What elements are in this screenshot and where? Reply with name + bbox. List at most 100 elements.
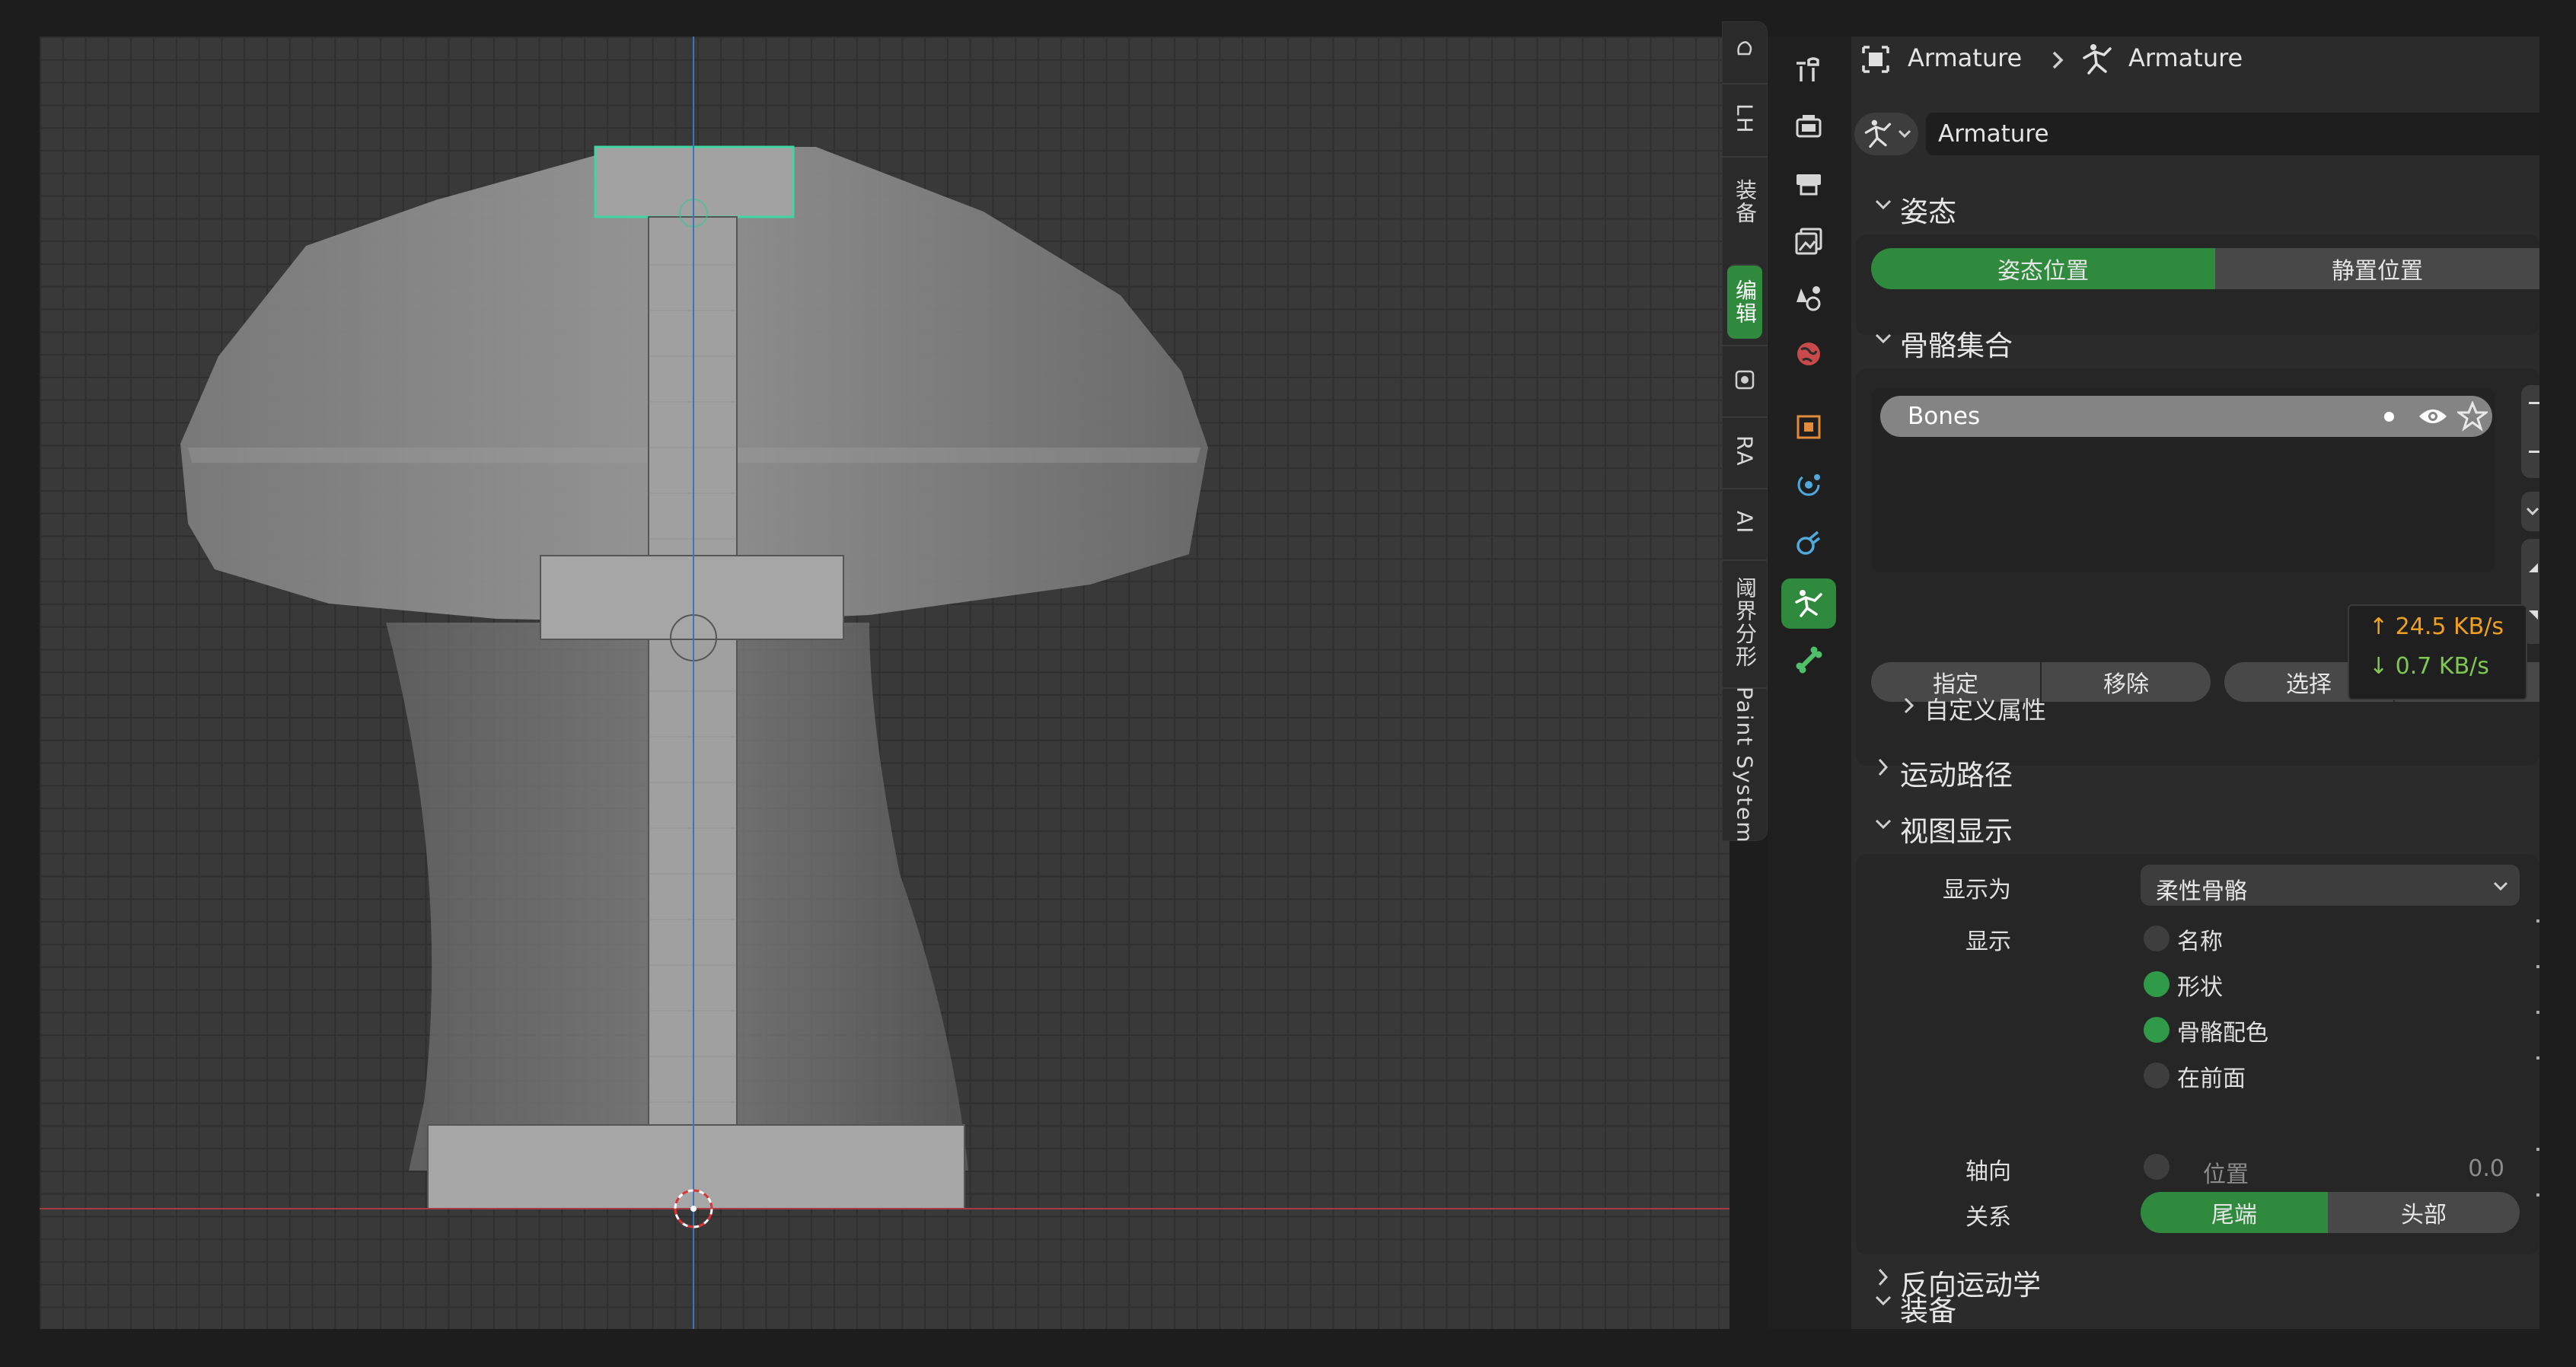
world-icon[interactable]	[1781, 329, 1836, 379]
list-item[interactable]: Bones	[1880, 396, 2492, 437]
position-label: 位置	[2203, 1161, 2249, 1188]
tab-label: 阈界分形	[1733, 577, 1758, 668]
axes-label: 轴向	[1965, 1158, 2011, 1185]
armature-data-icon[interactable]	[1781, 578, 1836, 629]
section-title: 姿态	[1900, 196, 1956, 228]
constraint-icon[interactable]	[1781, 518, 1836, 568]
render-icon[interactable]	[1781, 100, 1836, 151]
datablock-row: Armature	[1851, 110, 2539, 174]
axes-position-field[interactable]: 位置 0.0	[2186, 1148, 2520, 1189]
tab-label: LH	[1732, 103, 1758, 135]
option-label: 骨骼配色	[2177, 1020, 2268, 1047]
list-specials-button[interactable]	[2521, 492, 2539, 531]
tab-lh[interactable]: LH	[1723, 83, 1767, 153]
tab-threshold-fractal[interactable]: 阈界分形	[1723, 559, 1767, 684]
button-label: 静置位置	[2332, 258, 2423, 285]
button-label: 尾端	[2211, 1202, 2257, 1228]
solo-dot-icon[interactable]	[2384, 412, 2394, 422]
button-label: 选择	[2286, 671, 2332, 698]
button-label: 姿态位置	[1997, 258, 2089, 285]
section-title: 视图显示	[1900, 815, 2013, 848]
relation-label: 关系	[1965, 1204, 2011, 1231]
list-add-remove-buttons[interactable]	[2521, 385, 2539, 478]
scene-icon[interactable]	[1781, 272, 1836, 323]
chevron-down-icon	[1875, 333, 1892, 344]
button-label: 头部	[2401, 1202, 2447, 1228]
option-label: 在前面	[2177, 1066, 2246, 1092]
blender-window: LH 装备 编辑 RA AI 阈界分形 Paint System Armatur…	[0, 0, 2576, 1367]
object-type-icon	[1862, 46, 1889, 73]
download-speed: ↓ 0.7 KB/s	[2369, 653, 2489, 680]
sidebar-tabs: LH 装备 编辑 RA AI 阈界分形 Paint System	[1722, 21, 1768, 844]
subsection-title: 自定义属性	[1924, 696, 2047, 725]
physics-icon[interactable]	[1781, 460, 1836, 510]
display-as-dropdown[interactable]: 柔性骨骼	[2141, 865, 2520, 906]
datablock-name-field[interactable]: Armature	[1926, 113, 2539, 155]
view-layer-icon[interactable]	[1781, 216, 1836, 266]
tab-label: 装备	[1733, 179, 1758, 225]
checkbox-bone-colors[interactable]	[2144, 1017, 2170, 1043]
bone-collection-name: Bones	[1908, 403, 1981, 430]
rest-position-button[interactable]: 静置位置	[2215, 248, 2539, 289]
section-title: 骨骼集合	[1900, 330, 2013, 362]
relation-head-button[interactable]: 头部	[2328, 1192, 2520, 1233]
chevron-down-icon	[1875, 819, 1892, 830]
tab-ai[interactable]: AI	[1723, 488, 1767, 556]
tab-tool-icon[interactable]	[1723, 22, 1767, 77]
show-label: 显示	[1965, 929, 2011, 955]
chevron-right-icon	[1878, 1268, 1889, 1286]
tab-label: AI	[1732, 511, 1758, 535]
option-label: 形状	[2177, 974, 2223, 1001]
network-speed-widget: ↑ 24.5 KB/s ↓ 0.7 KB/s	[2348, 604, 2527, 700]
bone-mid	[540, 555, 844, 640]
chevron-right-icon	[2052, 51, 2064, 69]
gear-icon	[1735, 370, 1755, 390]
option-label: 名称	[2177, 929, 2223, 955]
section-title: 运动路径	[1900, 759, 2013, 792]
position-value: 0.0	[2468, 1155, 2504, 1182]
bone-base	[427, 1124, 965, 1209]
breadcrumb-data[interactable]: Armature	[2128, 43, 2243, 72]
checkbox-in-front[interactable]	[2144, 1063, 2170, 1088]
armature-icon	[2083, 44, 2112, 75]
datablock-name: Armature	[1938, 120, 2049, 148]
chevron-down-icon	[1898, 129, 1911, 139]
button-label: 移除	[2103, 671, 2149, 698]
tab-rig[interactable]: 装备	[1723, 156, 1767, 246]
tab-ra[interactable]: RA	[1723, 416, 1767, 485]
chevron-down-icon	[2493, 881, 2508, 891]
breadcrumb-object[interactable]: Armature	[1908, 43, 2022, 72]
tab-label: Paint System	[1732, 686, 1758, 844]
datablock-browse-button[interactable]	[1854, 113, 1918, 155]
chevron-down-icon	[1875, 199, 1892, 210]
chevron-down-icon	[1875, 1295, 1892, 1306]
checkbox-axes[interactable]	[2144, 1154, 2170, 1180]
tool-icon[interactable]	[1781, 46, 1836, 96]
star-icon[interactable]	[2457, 401, 2488, 432]
display-as-value: 柔性骨骼	[2156, 878, 2247, 905]
output-icon[interactable]	[1781, 158, 1836, 209]
checkbox-names[interactable]	[2144, 926, 2170, 951]
bone-icon[interactable]	[1781, 635, 1836, 685]
relation-tail-button[interactable]: 尾端	[2141, 1192, 2328, 1233]
armature-icon	[1864, 119, 1892, 148]
object-icon[interactable]	[1781, 402, 1836, 452]
display-as-label: 显示为	[1943, 877, 2011, 903]
subsection-custom-props-header[interactable]: 自定义属性	[1902, 696, 2099, 741]
property-decorators	[2536, 919, 2539, 1232]
properties-tabs	[1768, 37, 1851, 1329]
viewport-scene	[40, 37, 1730, 1329]
chevron-right-icon	[1904, 697, 1914, 714]
3d-viewport[interactable]	[40, 37, 1730, 1329]
pose-position-button[interactable]: 姿态位置	[1871, 248, 2215, 289]
section-title: 装备	[1900, 1295, 1956, 1327]
eye-icon[interactable]	[2418, 404, 2448, 429]
tab-label: RA	[1732, 435, 1758, 467]
chevron-right-icon	[1878, 758, 1889, 776]
tab-physics-icon[interactable]	[1723, 345, 1767, 413]
upload-speed: ↑ 24.5 KB/s	[2369, 613, 2504, 640]
checkbox-shapes[interactable]	[2144, 971, 2170, 997]
tab-label: 编辑	[1733, 279, 1758, 325]
tab-edit[interactable]: 编辑	[1727, 264, 1762, 339]
tab-paint-system[interactable]: Paint System	[1723, 686, 1767, 844]
